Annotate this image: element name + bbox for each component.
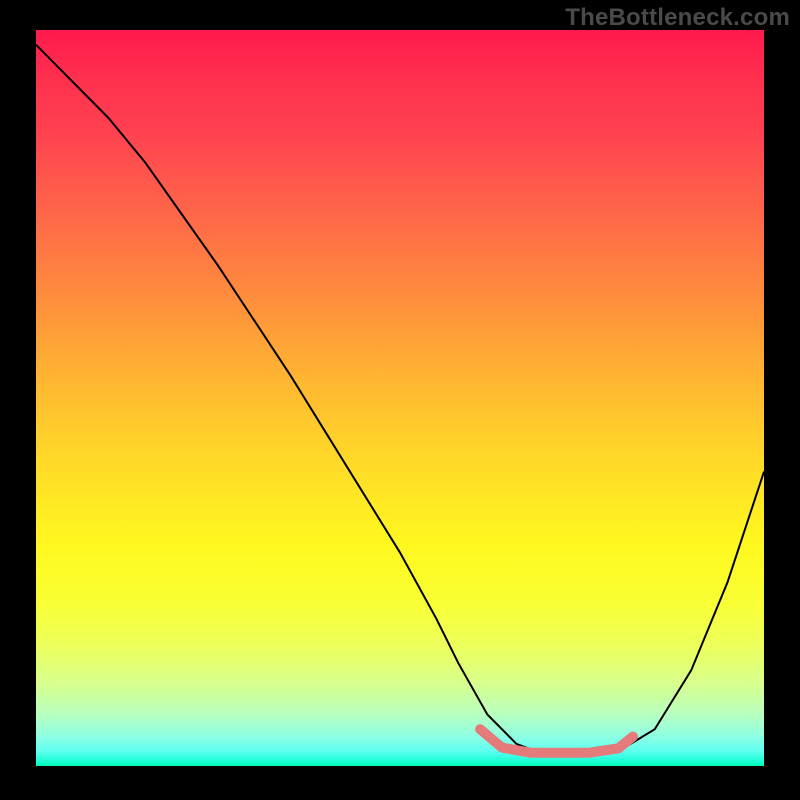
highlight-band xyxy=(480,729,633,753)
curve-layer xyxy=(36,30,764,766)
watermark-text: TheBottleneck.com xyxy=(565,4,790,32)
main-curve xyxy=(36,45,764,755)
chart-frame: TheBottleneck.com xyxy=(0,0,800,800)
plot-area xyxy=(36,30,764,766)
